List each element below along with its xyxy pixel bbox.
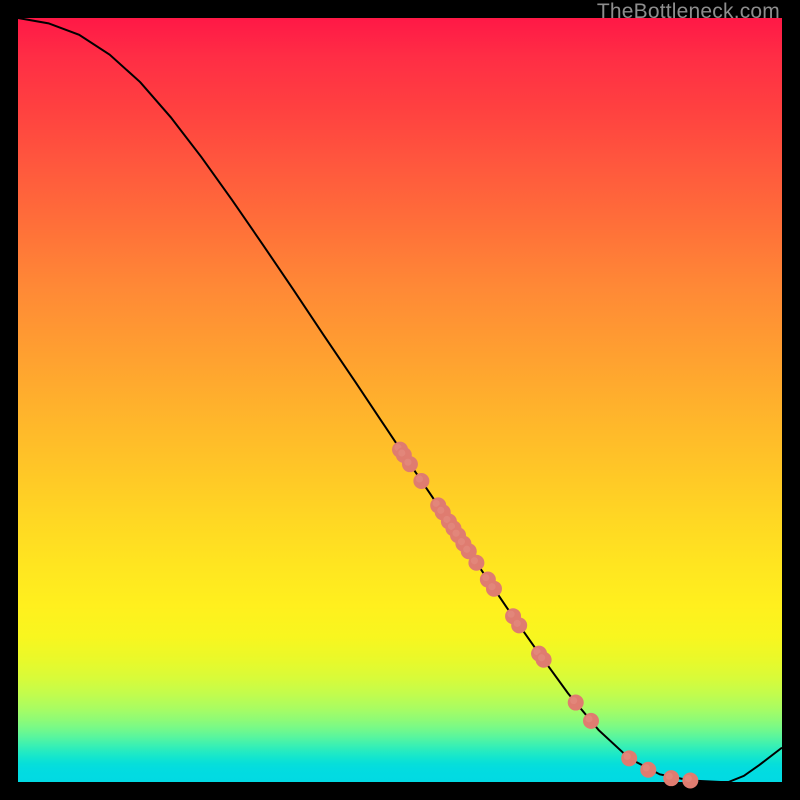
data-point-highlight (570, 697, 577, 704)
data-point-highlight (585, 715, 592, 722)
data-points-group (392, 442, 698, 789)
data-point-highlight (685, 775, 692, 782)
data-point-highlight (538, 654, 545, 661)
data-point-highlight (666, 773, 673, 780)
data-point-highlight (488, 583, 495, 590)
data-point-highlight (482, 574, 489, 581)
data-point-highlight (452, 530, 459, 537)
chart-frame: TheBottleneck.com (0, 0, 800, 800)
data-point-highlight (514, 620, 521, 627)
bottleneck-curve (18, 18, 782, 782)
data-point-highlight (398, 449, 405, 456)
data-point-highlight (471, 557, 478, 564)
data-point-highlight (643, 764, 650, 771)
data-point-highlight (507, 611, 514, 618)
data-point-highlight (463, 546, 470, 553)
data-point-highlight (624, 753, 631, 760)
data-point-highlight (437, 507, 444, 514)
data-point-highlight (416, 475, 423, 482)
chart-svg (18, 18, 782, 782)
data-point-highlight (458, 538, 465, 545)
data-point-highlight (404, 459, 411, 466)
